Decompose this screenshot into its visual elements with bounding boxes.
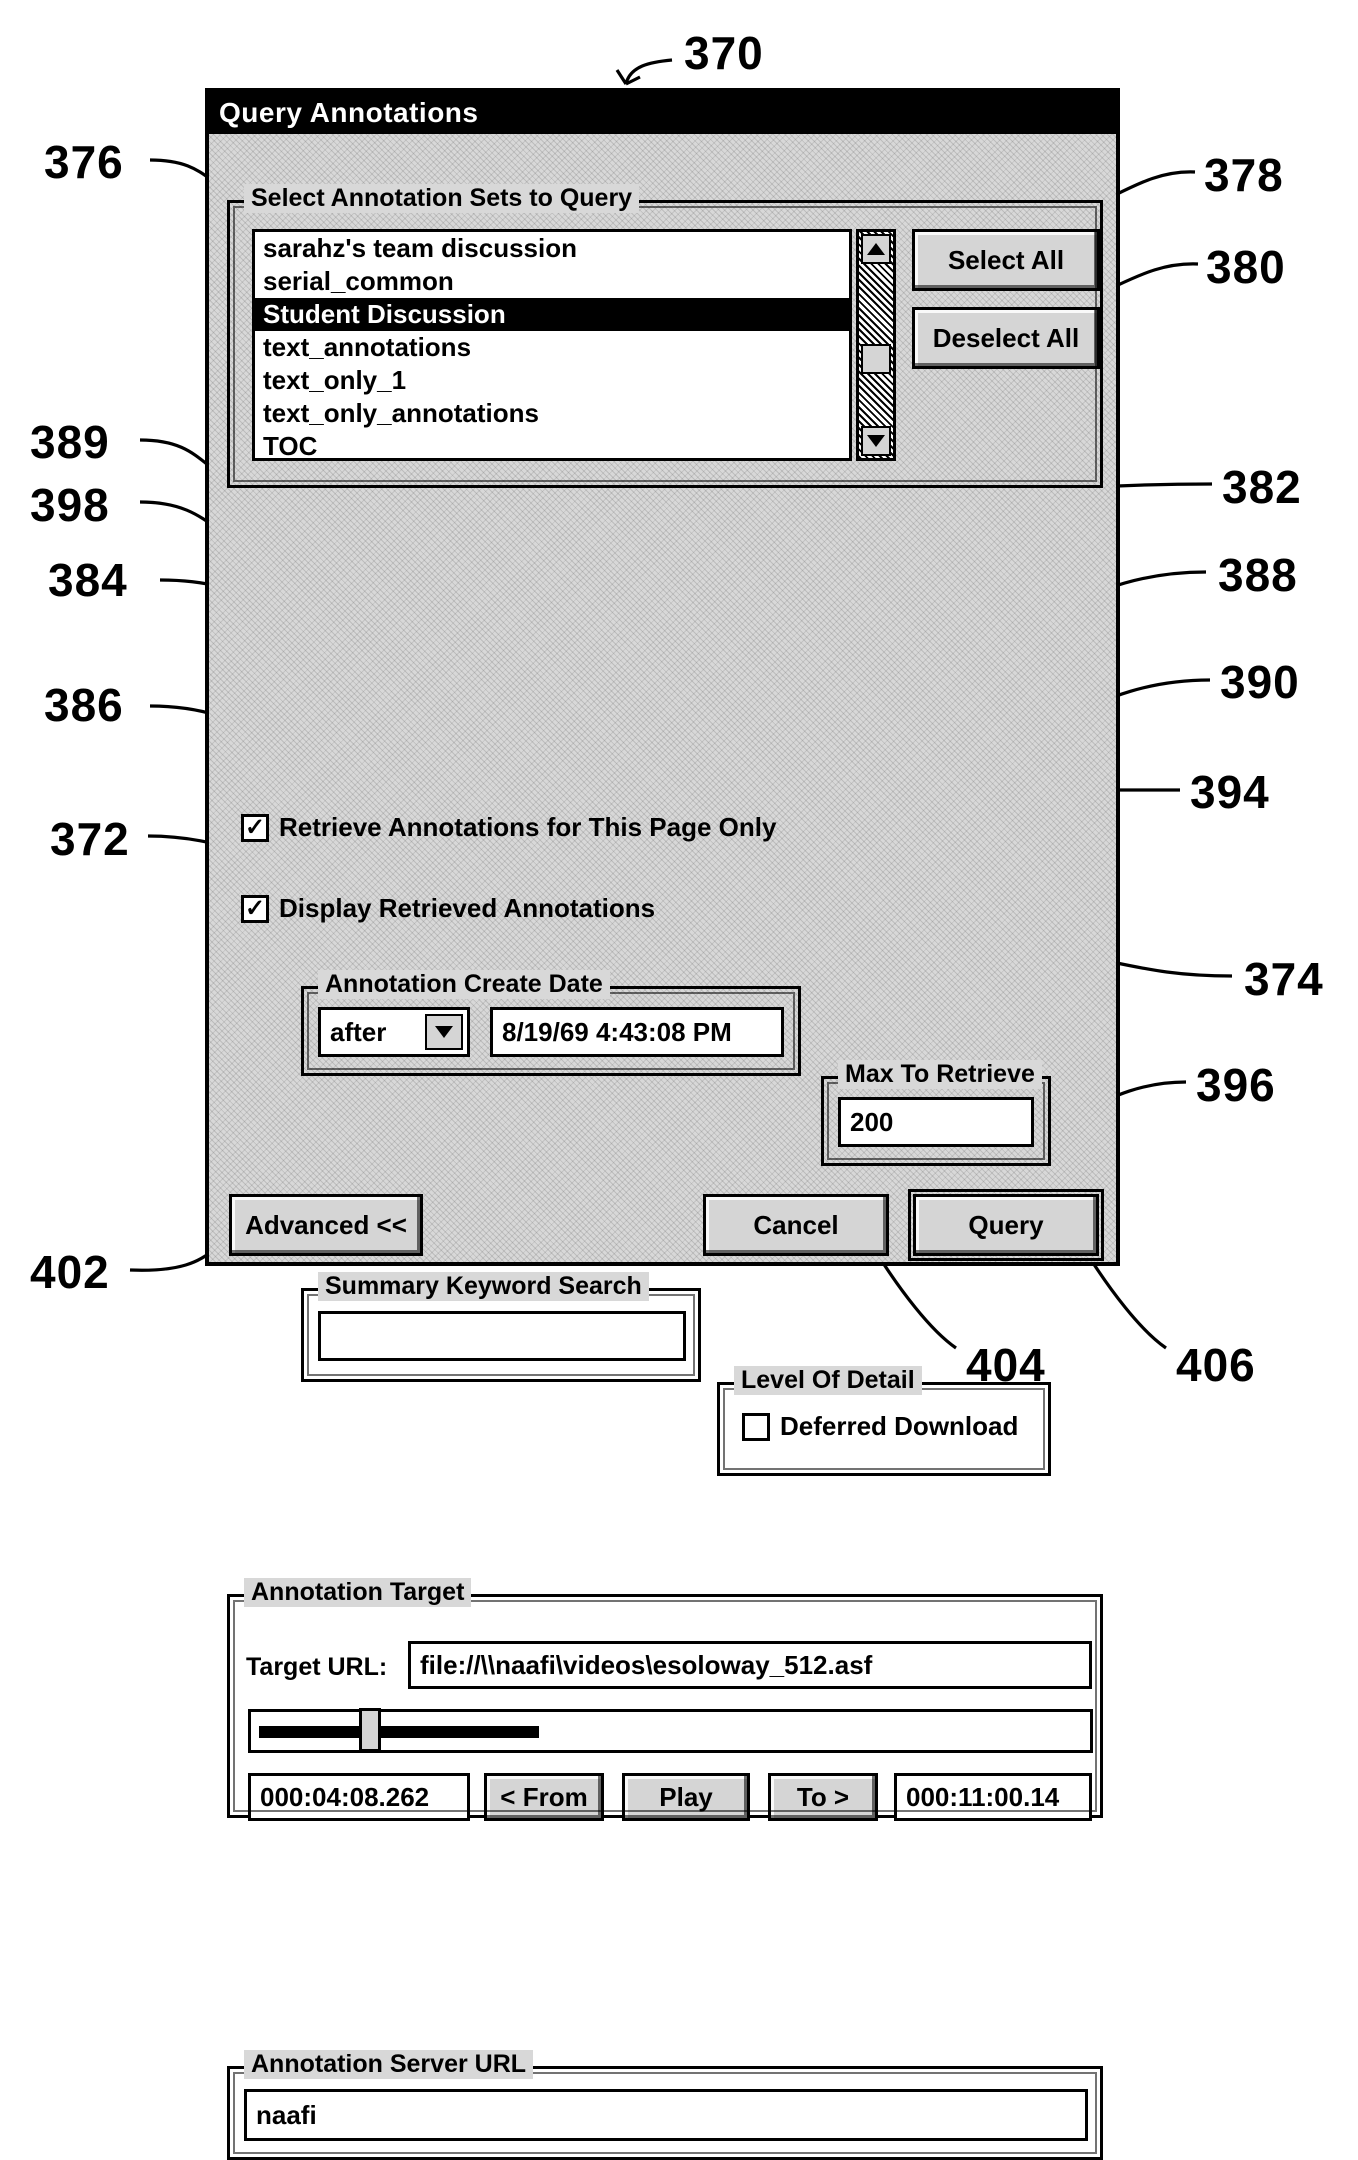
triangle-up-icon <box>867 243 885 255</box>
reference-numeral: 380 <box>1206 241 1286 293</box>
triangle-down-icon <box>867 435 885 447</box>
to-time-value: 000:11:00.14 <box>906 1781 1060 1812</box>
cancel-button-label: Cancel <box>753 1209 839 1240</box>
play-button[interactable]: Play <box>622 1773 750 1821</box>
max-to-retrieve-input[interactable]: 200 <box>838 1097 1034 1147</box>
annotation-sets-group: Select Annotation Sets to Query sarahz's… <box>227 184 1103 488</box>
advanced-button[interactable]: Advanced << <box>229 1194 423 1256</box>
dialog-title: Query Annotations <box>219 97 479 128</box>
scroll-down-button[interactable] <box>861 426 891 456</box>
to-time-input[interactable]: 000:11:00.14 <box>894 1773 1092 1821</box>
reference-numeral: 370 <box>684 27 764 79</box>
max-to-retrieve-group-label: Max To Retrieve <box>838 1060 1042 1089</box>
deselect-all-button[interactable]: Deselect All <box>912 307 1100 369</box>
to-button-label: To > <box>796 1781 850 1812</box>
annotation-server-input[interactable]: naafi <box>244 2089 1088 2141</box>
annotation-sets-listbox[interactable]: sarahz's team discussion serial_common S… <box>252 229 852 461</box>
annotation-target-group-label: Annotation Target <box>244 1578 472 1607</box>
reference-numeral: 372 <box>50 813 130 865</box>
create-date-operator-select[interactable]: after <box>318 1007 470 1057</box>
deferred-download-checkbox-row[interactable]: Deferred Download <box>742 1411 1018 1442</box>
reference-numeral: 402 <box>30 1246 110 1298</box>
reference-numeral: 386 <box>44 679 124 731</box>
retrieve-this-page-checkbox[interactable]: ✓ <box>241 813 269 842</box>
reference-numeral: 398 <box>30 479 110 531</box>
play-button-label: Play <box>659 1781 713 1812</box>
query-button[interactable]: Query <box>908 1189 1104 1261</box>
scroll-up-button[interactable] <box>861 234 891 264</box>
create-date-value-input[interactable]: 8/19/69 4:43:08 PM <box>490 1007 784 1057</box>
annotation-server-value: naafi <box>256 2099 317 2130</box>
max-to-retrieve-group: Max To Retrieve 200 <box>821 1060 1051 1166</box>
reference-numeral: 378 <box>1204 149 1284 201</box>
target-url-value: file://\\naafi\videos\esoloway_512.asf <box>420 1649 873 1680</box>
to-button[interactable]: To > <box>768 1773 878 1821</box>
select-all-label: Select All <box>947 244 1065 275</box>
target-url-label: Target URL: <box>246 1653 388 1681</box>
keyword-search-group-label: Summary Keyword Search <box>318 1272 649 1301</box>
retrieve-this-page-checkbox-row[interactable]: ✓ Retrieve Annotations for This Page Onl… <box>241 812 1148 843</box>
reference-numeral: 394 <box>1190 766 1270 818</box>
display-retrieved-checkbox[interactable]: ✓ <box>241 894 269 923</box>
query-annotations-dialog: Query Annotations Select Annotation Sets… <box>205 88 1120 2160</box>
list-item[interactable]: text_only_annotations <box>255 397 849 430</box>
keyword-search-input[interactable] <box>318 1311 686 1361</box>
list-item[interactable]: Student Discussion <box>255 298 849 331</box>
checkmark-icon: ✓ <box>244 813 266 841</box>
max-to-retrieve-value: 200 <box>850 1106 894 1137</box>
target-url-input[interactable]: file://\\naafi\videos\esoloway_512.asf <box>408 1641 1092 1689</box>
annotation-server-group: Annotation Server URL naafi <box>227 2050 1103 2160</box>
reference-numeral: 376 <box>44 136 124 188</box>
advanced-button-label: Advanced << <box>245 1209 407 1240</box>
annotation-server-group-label: Annotation Server URL <box>244 2050 534 2079</box>
list-item[interactable]: serial_common <box>255 265 849 298</box>
reference-numeral: 389 <box>30 416 110 468</box>
reference-numeral: 388 <box>1218 549 1298 601</box>
reference-numeral: 384 <box>48 554 128 606</box>
from-time-value: 000:04:08.262 <box>260 1781 430 1812</box>
display-retrieved-checkbox-row[interactable]: ✓ Display Retrieved Annotations <box>241 893 1148 924</box>
deferred-download-label: Deferred Download <box>780 1411 1019 1441</box>
from-button[interactable]: < From <box>484 1773 604 1821</box>
create-date-group-label: Annotation Create Date <box>318 970 610 999</box>
reference-numeral: 382 <box>1222 461 1302 513</box>
annotation-target-group: Annotation Target Target URL: file://\\n… <box>227 1578 1103 1821</box>
slider-thumb[interactable] <box>359 1708 381 1752</box>
level-of-detail-group-label: Level Of Detail <box>734 1366 922 1395</box>
slider-track-fill <box>259 1726 539 1738</box>
from-time-input[interactable]: 000:04:08.262 <box>248 1773 470 1821</box>
list-item[interactable]: text_annotations <box>255 331 849 364</box>
level-of-detail-group: Level Of Detail Deferred Download <box>717 1366 1051 1476</box>
deferred-download-checkbox[interactable] <box>742 1412 770 1441</box>
create-date-value: 8/19/69 4:43:08 PM <box>502 1016 732 1047</box>
reference-numeral: 406 <box>1176 1339 1256 1391</box>
query-button-label: Query <box>968 1209 1044 1240</box>
list-item[interactable]: sarahz's team discussion <box>255 232 849 265</box>
reference-numeral: 390 <box>1220 656 1300 708</box>
listbox-scrollbar[interactable] <box>856 229 896 461</box>
reference-numeral: 374 <box>1244 953 1324 1005</box>
display-retrieved-label: Display Retrieved Annotations <box>279 893 656 923</box>
annotation-sets-group-label: Select Annotation Sets to Query <box>244 184 640 213</box>
keyword-search-group: Summary Keyword Search <box>301 1272 701 1382</box>
list-item[interactable]: text_only_1 <box>255 364 849 397</box>
dialog-title-bar: Query Annotations <box>209 92 1116 134</box>
select-all-button[interactable]: Select All <box>912 229 1100 291</box>
deselect-all-label: Deselect All <box>932 322 1080 353</box>
create-date-group: Annotation Create Date after 8/19/69 4:4… <box>301 970 801 1076</box>
checkmark-icon: ✓ <box>244 894 266 922</box>
list-item[interactable]: TOC <box>255 430 849 458</box>
chevron-down-icon[interactable] <box>425 1014 463 1050</box>
cancel-button[interactable]: Cancel <box>703 1194 889 1256</box>
create-date-operator-value: after <box>330 1016 387 1047</box>
retrieve-this-page-label: Retrieve Annotations for This Page Only <box>279 812 777 842</box>
from-button-label: < From <box>500 1781 588 1812</box>
media-position-slider[interactable] <box>248 1708 1093 1753</box>
reference-numeral: 396 <box>1196 1059 1276 1111</box>
scrollbar-thumb[interactable] <box>861 344 891 374</box>
